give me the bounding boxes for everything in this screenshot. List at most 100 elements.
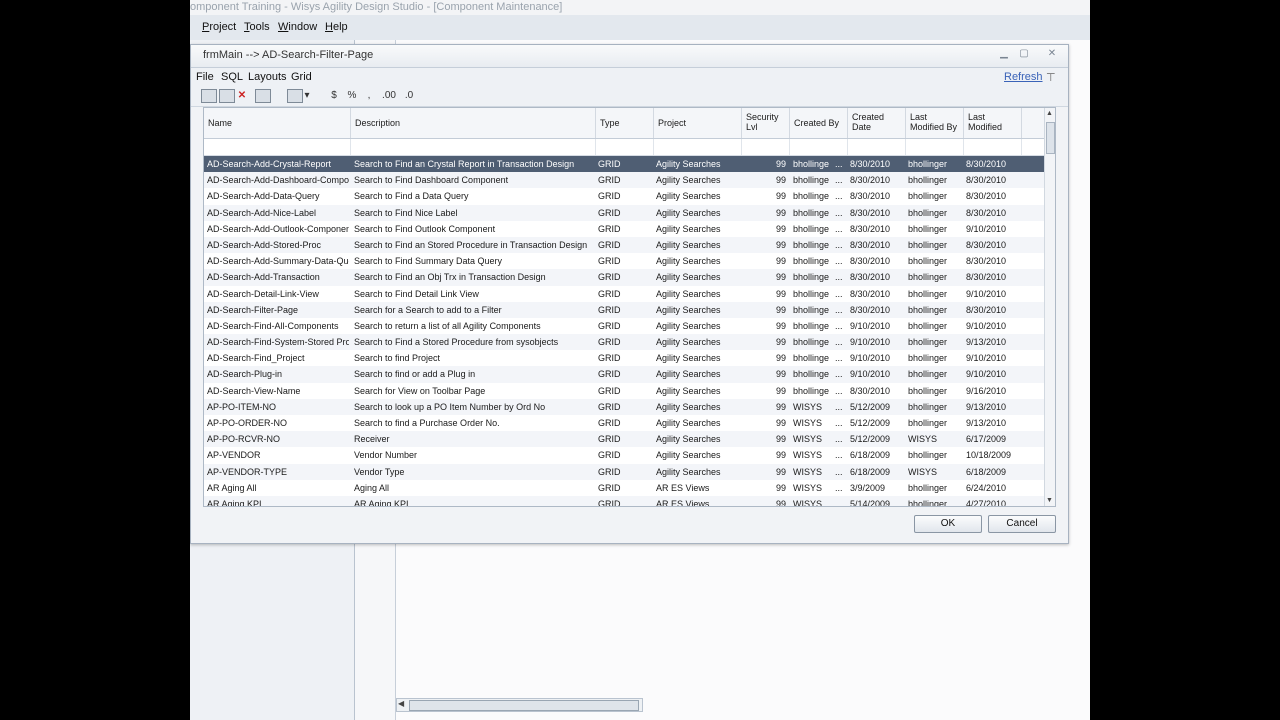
column-header-created-date[interactable]: Created Date <box>848 108 906 138</box>
cell-type: GRID <box>598 482 621 493</box>
table-row[interactable]: AD-Search-Find_Project Search to find Pro… <box>204 350 1044 366</box>
menu-project[interactable]: Project <box>202 21 236 33</box>
table-row[interactable]: AD-Search-Find-All-Components Search to r… <box>204 318 1044 334</box>
filter-cell[interactable] <box>790 139 848 155</box>
menu-tools[interactable]: Tools <box>244 21 270 33</box>
delete-icon[interactable]: ✕ <box>236 88 248 103</box>
minimize-icon[interactable]: ▁ <box>996 47 1012 61</box>
column-header-project[interactable]: Project <box>654 108 742 138</box>
column-header-type[interactable]: Type <box>596 108 654 138</box>
cell-description: Search to find or add a Plug in <box>354 369 476 380</box>
menu-layouts[interactable]: Layouts <box>248 71 287 83</box>
scroll-thumb[interactable] <box>409 700 639 711</box>
column-header-description[interactable]: Description <box>351 108 596 138</box>
cell-last-modified: 6/18/2009 <box>966 466 1007 477</box>
cell-description: Search to return a list of all Agility C… <box>354 320 541 331</box>
search-dialog: frmMain --> AD-Search-Filter-Page ▁ ▢ ✕ … <box>190 44 1069 544</box>
cell-created-date: 8/30/2010 <box>850 288 891 299</box>
cell-type: GRID <box>598 304 621 315</box>
table-row[interactable]: AD-Search-Add-Dashboard-Compo... Search t… <box>204 172 1044 189</box>
cell-last-modified-by: bhollinger <box>908 223 948 234</box>
cell-last-modified: 8/30/2010 <box>966 191 1007 202</box>
filter-cell[interactable] <box>964 139 1022 155</box>
column-header-security-lvl[interactable]: Security Lvl <box>742 108 790 138</box>
table-row[interactable]: AD-Search-Add-Transaction Search to Find … <box>204 269 1044 286</box>
table-row[interactable]: AR Aging KPI AR Aging KPI GRID AR ES Views 9… <box>204 495 1044 507</box>
cell-last-modified: 9/10/2010 <box>966 320 1007 331</box>
column-header-name[interactable]: Name <box>204 108 351 138</box>
cell-description: Search to find a Purchase Order No. <box>354 418 500 428</box>
pin-icon[interactable]: ⊤ <box>1046 71 1056 84</box>
cell-last-modified-by: bhollinger <box>908 304 948 315</box>
increase-decimal-button[interactable]: .00 <box>381 88 397 103</box>
table-row[interactable]: AD-Search-View-Name Search for View on To… <box>204 383 1044 399</box>
background-horizontal-scrollbar[interactable]: ◀ <box>396 698 643 712</box>
filter-cell[interactable] <box>654 139 742 155</box>
table-row[interactable]: AD-Search-Plug-in Search to find or add a… <box>204 366 1044 383</box>
filter-cell[interactable] <box>351 139 596 155</box>
maximize-icon[interactable]: ▢ <box>1016 47 1032 61</box>
column-header-last-modified-by[interactable]: Last Modified By <box>906 108 964 138</box>
cell-created-date: 9/10/2010 <box>850 369 891 380</box>
grid-icon[interactable] <box>219 89 235 103</box>
column-header-last-modified[interactable]: Last Modified <box>964 108 1022 138</box>
cell-last-modified-by: bhollinger <box>908 385 948 396</box>
decrease-decimal-button[interactable]: .0 <box>401 88 417 103</box>
table-row[interactable]: AD-Search-Add-Crystal-Report Search to Fi… <box>204 156 1044 173</box>
filter-cell[interactable] <box>742 139 790 155</box>
grid-vertical-scrollbar[interactable]: ▲ ▼ <box>1044 108 1055 506</box>
cell-created-date: 5/14/2009 <box>850 498 891 507</box>
table-row[interactable]: AD-Search-Add-Stored-Proc Search to Find … <box>204 236 1044 254</box>
table-row[interactable]: AD-Search-Add-Data-Query Search to Find a… <box>204 188 1044 204</box>
table-row[interactable]: AD-Search-Add-Nice-Label Search to Find N… <box>204 204 1044 221</box>
cell-type: GRID <box>598 337 621 348</box>
close-icon[interactable]: ✕ <box>1044 47 1060 61</box>
dropdown-arrow-icon[interactable]: ▾ <box>303 88 311 103</box>
layout-icon[interactable] <box>255 89 271 103</box>
table-row[interactable]: AP-PO-ITEM-NO Search to look up a PO Item… <box>204 398 1044 415</box>
save-icon[interactable] <box>201 89 217 103</box>
percent-format-button[interactable]: % <box>346 88 358 103</box>
scroll-left-icon[interactable]: ◀ <box>398 699 404 708</box>
table-row[interactable]: AD-Search-Find-System-Stored Pro... Searc… <box>204 334 1044 351</box>
menu-grid[interactable]: Grid <box>291 71 312 83</box>
cell-project: Agility Searches <box>656 434 721 445</box>
table-row[interactable]: AP-VENDOR Vendor Number GRID Agility Search… <box>204 447 1044 463</box>
ok-button[interactable]: OK <box>914 515 982 533</box>
menu-file[interactable]: File <box>196 71 214 83</box>
menu-help[interactable]: Help <box>325 21 348 33</box>
cancel-button[interactable]: Cancel <box>988 515 1056 533</box>
filter-cell[interactable] <box>906 139 964 155</box>
cell-created-by: bhollinger <box>793 304 829 315</box>
cell-name: AD-Search-Add-Data-Query <box>207 191 320 202</box>
cell-description: Search to Find Summary Data Query <box>354 256 503 267</box>
cell-description: Search to Find Nice Label <box>354 207 458 218</box>
comma-format-icon[interactable]: , <box>366 88 372 103</box>
scroll-up-icon[interactable]: ▲ <box>1046 110 1053 117</box>
currency-format-button[interactable]: $ <box>329 88 339 103</box>
table-row[interactable]: AD-Search-Add-Outlook-Component Search to… <box>204 221 1044 237</box>
cell-description: Search to Find an Obj Trx in Transaction… <box>354 272 546 283</box>
filter-cell[interactable] <box>204 139 351 155</box>
menu-window[interactable]: Window <box>278 21 317 33</box>
table-row[interactable]: AD-Search-Detail-Link-View Search to Find… <box>204 286 1044 302</box>
filter-cell[interactable] <box>596 139 654 155</box>
cell-last-modified: 9/10/2010 <box>966 369 1007 380</box>
grid-scroll-thumb[interactable] <box>1046 122 1055 154</box>
column-header-created-by[interactable]: Created By <box>790 108 848 138</box>
scroll-down-icon[interactable]: ▼ <box>1046 497 1053 504</box>
table-row[interactable]: AP-PO-RCVR-NO Receiver GRID Agility Searche… <box>204 431 1044 448</box>
table-row[interactable]: AP-PO-ORDER-NO Search to find a Purchase … <box>204 415 1044 431</box>
cell-security-lvl: 99 <box>775 434 786 445</box>
table-row[interactable]: AD-Search-Filter-Page Search for a Search… <box>204 301 1044 318</box>
table-row[interactable]: AR Aging All Aging All GRID AR ES Views 99 WI… <box>204 480 1044 496</box>
menu-sql[interactable]: SQL <box>221 71 243 83</box>
table-row[interactable]: AP-VENDOR-TYPE Vendor Type GRID Agility Sea… <box>204 463 1044 480</box>
table-row[interactable]: AD-Search-Add-Summary-Data-Query Search t… <box>204 253 1044 269</box>
filter-cell[interactable] <box>848 139 906 155</box>
refresh-link[interactable]: Refresh <box>1004 71 1043 83</box>
cell-name: AP-PO-ORDER-NO <box>207 418 288 428</box>
cell-created-by: bhollinger <box>793 191 829 202</box>
cell-last-modified-by: bhollinger <box>908 418 948 428</box>
excel-icon[interactable] <box>287 89 303 103</box>
